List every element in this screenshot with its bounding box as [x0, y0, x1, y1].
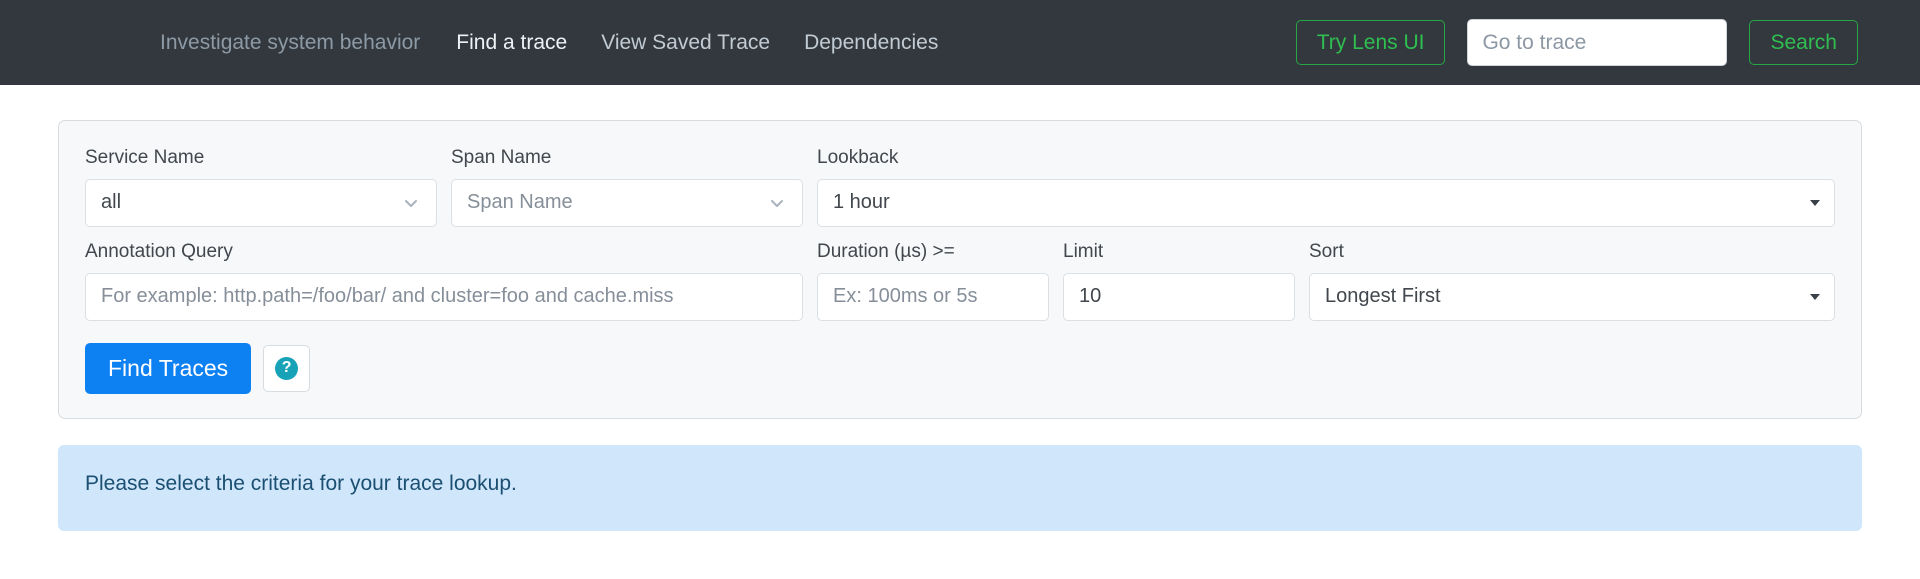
page-content: Service Name all Span Name Span Name Loo… — [0, 120, 1920, 531]
annotation-query-label: Annotation Query — [85, 240, 233, 262]
span-name-field: Span Name Span Name — [451, 147, 803, 227]
sort-value: Longest First — [1325, 285, 1441, 308]
limit-input[interactable] — [1079, 285, 1279, 309]
duration-input[interactable] — [833, 285, 1033, 309]
limit-field: Limit — [1063, 241, 1295, 321]
chevron-down-icon — [401, 193, 421, 213]
top-navbar: Investigate system behavior Find a trace… — [0, 0, 1920, 85]
brand-tagline: Investigate system behavior — [160, 30, 421, 54]
nav-item-dependencies[interactable]: Dependencies — [804, 31, 938, 55]
lookback-value: 1 hour — [833, 191, 890, 214]
sort-label: Sort — [1309, 240, 1344, 262]
sort-field: Sort Longest First — [1309, 241, 1835, 321]
sort-select[interactable]: Longest First — [1309, 272, 1835, 321]
form-row-secondary: Annotation Query Duration (µs) >= Limit … — [85, 241, 1835, 321]
annotation-query-input[interactable] — [101, 285, 787, 309]
help-button[interactable]: ? — [263, 344, 311, 392]
lookback-label: Lookback — [817, 147, 899, 168]
question-mark-icon: ? — [275, 356, 299, 380]
limit-label: Limit — [1063, 240, 1104, 262]
search-button[interactable]: Search — [1749, 19, 1858, 66]
triangle-down-icon — [1810, 293, 1820, 300]
triangle-down-icon — [1810, 199, 1820, 206]
span-name-label: Span Name — [451, 147, 552, 168]
duration-field: Duration (µs) >= — [817, 241, 1049, 321]
nav-item-view-saved-trace[interactable]: View Saved Trace — [601, 31, 770, 55]
limit-control[interactable] — [1063, 272, 1295, 321]
lookback-field: Lookback 1 hour — [817, 147, 1835, 227]
span-name-select[interactable]: Span Name — [451, 178, 803, 227]
info-alert: Please select the criteria for your trac… — [58, 444, 1862, 531]
try-lens-ui-button[interactable]: Try Lens UI — [1295, 19, 1446, 66]
annotation-query-control[interactable] — [85, 272, 803, 321]
lookback-select[interactable]: 1 hour — [817, 178, 1835, 227]
form-actions: Find Traces ? — [85, 342, 1835, 394]
find-traces-button[interactable]: Find Traces — [85, 342, 252, 394]
primary-nav: Find a trace View Saved Trace Dependenci… — [456, 31, 938, 55]
service-name-field: Service Name all — [85, 147, 437, 227]
navbar-left-group: Investigate system behavior Find a trace… — [160, 31, 938, 55]
duration-label: Duration (µs) >= — [817, 240, 955, 262]
form-row-primary: Service Name all Span Name Span Name Loo… — [85, 147, 1835, 227]
annotation-query-field: Annotation Query — [85, 241, 803, 321]
chevron-down-icon — [767, 193, 787, 213]
trace-search-form: Service Name all Span Name Span Name Loo… — [58, 120, 1862, 419]
service-name-value: all — [101, 191, 122, 214]
service-name-select[interactable]: all — [85, 178, 437, 227]
navbar-right-group: Try Lens UI Search — [1295, 19, 1858, 66]
duration-control[interactable] — [817, 272, 1049, 321]
nav-item-find-a-trace[interactable]: Find a trace — [456, 31, 567, 55]
go-to-trace-input[interactable] — [1467, 19, 1728, 66]
span-name-value: Span Name — [467, 191, 573, 214]
service-name-label: Service Name — [85, 147, 205, 168]
info-alert-message: Please select the criteria for your trac… — [85, 471, 517, 495]
